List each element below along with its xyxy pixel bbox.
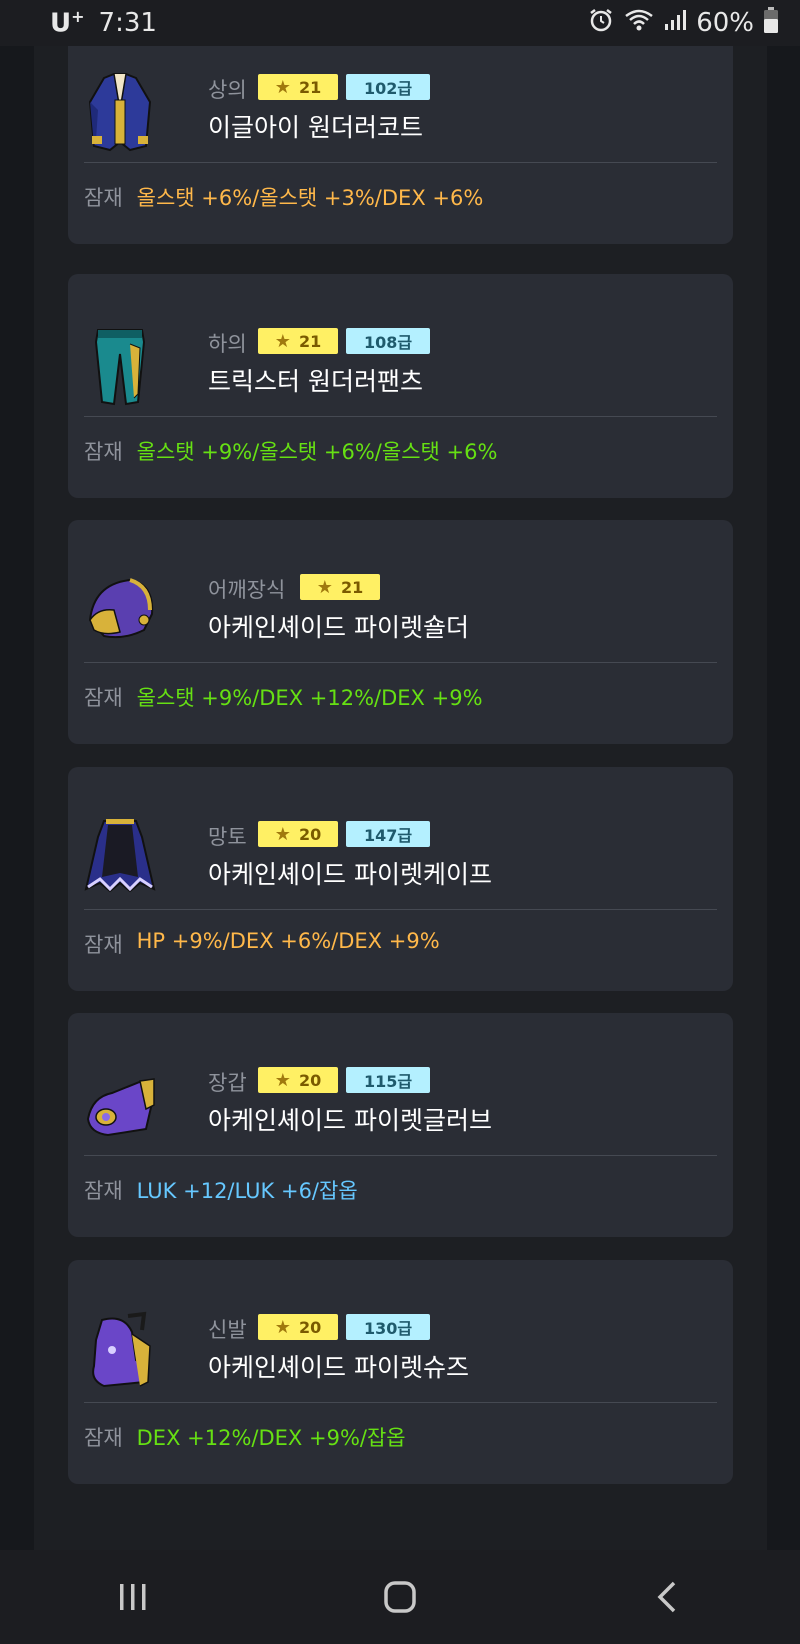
potential-value: 올스탯 +9%/올스탯 +6%/올스탯 +6% — [136, 440, 498, 464]
carrier-logo: U+ — [50, 7, 85, 39]
equipment-card[interactable]: 하의 ★ 21 108급 트릭스터 원더러팬츠 잠재 올스탯 +9%/올스탯 +6… — [68, 274, 733, 498]
grade-badge: 115급 — [346, 1067, 430, 1093]
star-badge: ★ 21 — [258, 74, 338, 100]
potential-value: 올스탯 +6%/올스탯 +3%/DEX +6% — [136, 186, 484, 210]
grade-badge: 147급 — [346, 821, 430, 847]
divider — [84, 662, 717, 663]
item-name: 이글아이 원더러코트 — [208, 113, 423, 142]
equipment-card[interactable]: 어깨장식 ★ 21 아케인셰이드 파이렛숄더 잠재 올스탯 +9%/DEX +12… — [68, 520, 733, 744]
slot-label: 장갑 — [208, 1071, 247, 1095]
divider — [84, 416, 717, 417]
star-icon: ★ — [274, 1316, 291, 1338]
potential-value: DEX +12%/DEX +9%/잡옵 — [136, 1426, 406, 1450]
divider — [84, 1402, 717, 1403]
star-badge: ★ 20 — [258, 821, 338, 847]
signal-icon — [664, 8, 687, 38]
star-badge: ★ 21 — [258, 328, 338, 354]
potential-row: 잠재 올스탯 +9%/DEX +12%/DEX +9% — [84, 682, 483, 712]
pants-icon — [84, 324, 156, 408]
wifi-icon — [624, 8, 654, 39]
star-icon: ★ — [274, 1069, 291, 1091]
slot-label: 하의 — [208, 332, 247, 356]
item-name: 트릭스터 원더러팬츠 — [208, 367, 423, 396]
equipment-list[interactable]: 상의 ★ 21 102급 이글아이 원더러코트 잠재 올스탯 +6%/올스탯 +3… — [34, 46, 767, 1550]
item-name: 아케인셰이드 파이렛숄더 — [208, 613, 469, 642]
potential-label: 잠재 — [84, 1179, 123, 1203]
item-name: 아케인셰이드 파이렛글러브 — [208, 1106, 492, 1135]
slot-label: 어깨장식 — [208, 578, 286, 602]
coat-icon — [84, 70, 156, 154]
star-icon: ★ — [316, 576, 333, 598]
slot-label: 망토 — [208, 825, 247, 849]
cape-icon — [84, 817, 156, 901]
battery-icon — [764, 6, 778, 40]
potential-value: 올스탯 +9%/DEX +12%/DEX +9% — [136, 686, 483, 710]
potential-value: HP +9%/DEX +6%/DEX +9% — [136, 929, 440, 953]
status-bar: U+ 7:31 60% — [0, 0, 800, 46]
slot-label: 상의 — [208, 78, 247, 102]
slot-label: 신발 — [208, 1318, 247, 1342]
back-icon[interactable] — [637, 1567, 697, 1627]
potential-value: LUK +12/LUK +6/잡옵 — [136, 1179, 358, 1203]
star-badge: ★ 20 — [258, 1314, 338, 1340]
divider — [84, 1155, 717, 1156]
item-name: 아케인셰이드 파이렛케이프 — [208, 860, 492, 889]
battery-percent: 60% — [696, 8, 754, 38]
potential-label: 잠재 — [84, 440, 123, 464]
divider — [84, 909, 717, 910]
potential-row: 잠재 HP +9%/DEX +6%/DEX +9% — [84, 929, 440, 959]
potential-label: 잠재 — [84, 686, 123, 710]
divider — [84, 162, 717, 163]
alarm-icon — [588, 7, 614, 40]
potential-row: 잠재 LUK +12/LUK +6/잡옵 — [84, 1175, 358, 1205]
potential-row: 잠재 DEX +12%/DEX +9%/잡옵 — [84, 1422, 406, 1452]
star-icon: ★ — [274, 823, 291, 845]
glove-icon — [84, 1063, 156, 1147]
equipment-card[interactable]: 망토 ★ 20 147급 아케인셰이드 파이렛케이프 잠재 HP +9%/DEX … — [68, 767, 733, 991]
grade-badge: 108급 — [346, 328, 430, 354]
potential-row: 잠재 올스탯 +9%/올스탯 +6%/올스탯 +6% — [84, 436, 497, 466]
potential-row: 잠재 올스탯 +6%/올스탯 +3%/DEX +6% — [84, 182, 483, 212]
star-badge: ★ 20 — [258, 1067, 338, 1093]
navigation-bar — [0, 1550, 800, 1644]
shoes-icon — [84, 1310, 156, 1394]
recent-apps-icon[interactable] — [103, 1567, 163, 1627]
potential-label: 잠재 — [84, 1426, 123, 1450]
item-name: 아케인셰이드 파이렛슈즈 — [208, 1353, 469, 1382]
shoulder-icon — [84, 570, 156, 654]
star-icon: ★ — [274, 330, 291, 352]
clock: 7:31 — [98, 8, 157, 38]
star-badge: ★ 21 — [300, 574, 380, 600]
grade-badge: 102급 — [346, 74, 430, 100]
star-icon: ★ — [274, 76, 291, 98]
equipment-card[interactable]: 상의 ★ 21 102급 이글아이 원더러코트 잠재 올스탯 +6%/올스탯 +3… — [68, 46, 733, 244]
potential-label: 잠재 — [84, 933, 123, 957]
equipment-card[interactable]: 신발 ★ 20 130급 아케인셰이드 파이렛슈즈 잠재 DEX +12%/DEX… — [68, 1260, 733, 1484]
home-icon[interactable] — [370, 1567, 430, 1627]
equipment-card[interactable]: 장갑 ★ 20 115급 아케인셰이드 파이렛글러브 잠재 LUK +12/LUK… — [68, 1013, 733, 1237]
potential-label: 잠재 — [84, 186, 123, 210]
grade-badge: 130급 — [346, 1314, 430, 1340]
